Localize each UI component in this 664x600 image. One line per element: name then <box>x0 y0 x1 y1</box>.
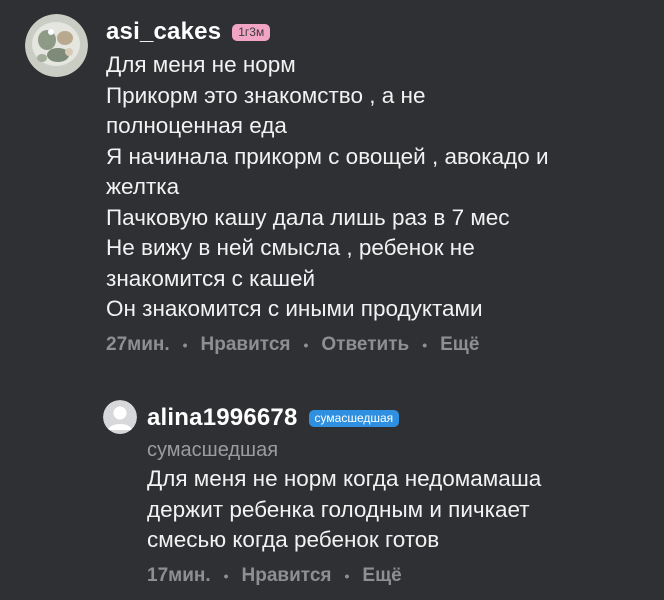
comment-actions: 27мин. • Нравится • Ответить • Ещё <box>106 334 645 356</box>
comment-header: asi_cakes 1г3м <box>106 14 645 50</box>
comment-line: Я начинала прикорм с овощей , авокадо и <box>106 143 549 169</box>
comment: asi_cakes 1г3м Для меня не норм Прикорм … <box>25 14 645 356</box>
comment-line: Он знакомится с иными продуктами <box>106 296 483 321</box>
more-button[interactable]: Ещё <box>362 565 401 587</box>
comment-line: Не вижу в ней смысла , ребенок не <box>106 235 475 260</box>
username[interactable]: asi_cakes <box>106 18 221 46</box>
comment-line: Для меня не норм <box>106 52 296 77</box>
separator-dot: • <box>422 336 428 353</box>
comment-line: полноценная еда <box>106 113 287 138</box>
reply-button[interactable]: Ответить <box>321 334 409 356</box>
reply-actions: 17мин. • Нравится • Ещё <box>147 565 643 587</box>
avatar[interactable] <box>103 400 137 434</box>
timestamp: 27мин. <box>106 333 170 355</box>
comment-line: Пачковую кашу дала лишь раз в 7 мес <box>106 204 510 230</box>
separator-dot: • <box>182 336 188 353</box>
comment-line: Для меня не норм когда недомамаша <box>147 466 542 491</box>
more-button[interactable]: Ещё <box>440 334 479 356</box>
reply-comment: alina1996678 сумасшедшая сумасшедшая Для… <box>103 400 643 587</box>
comment-line: Прикорм это знакомство , а не <box>106 82 426 108</box>
reply-text: Для меня не норм когда недомамаша держит… <box>147 464 643 556</box>
comment-text: Для меня не норм Прикорм это знакомство … <box>106 50 645 325</box>
reply-body: alina1996678 сумасшедшая сумасшедшая Для… <box>147 400 643 587</box>
separator-dot: • <box>303 336 309 353</box>
comment-line: знакомится с кашей <box>106 265 316 291</box>
comment-line: желтка <box>106 174 180 199</box>
separator-dot: • <box>223 567 229 584</box>
user-badge: сумасшедшая <box>308 409 400 427</box>
separator-dot: • <box>344 567 350 584</box>
username[interactable]: alina1996678 <box>147 404 298 432</box>
avatar[interactable] <box>25 14 88 77</box>
reply-header: alina1996678 сумасшедшая <box>147 400 643 436</box>
timestamp: 17мин. <box>147 564 211 586</box>
comment-body: asi_cakes 1г3м Для меня не норм Прикорм … <box>106 14 645 356</box>
user-status: сумасшедшая <box>147 439 279 461</box>
user-badge: 1г3м <box>232 23 271 41</box>
comment-line: держит ребенка голодным и пичкает <box>147 496 530 522</box>
default-avatar-icon <box>103 400 137 434</box>
like-button[interactable]: Нравится <box>242 565 332 587</box>
avatar-image <box>25 14 88 77</box>
like-button[interactable]: Нравится <box>201 334 291 356</box>
comment-line: смесью когда ребенок готов <box>147 527 440 552</box>
